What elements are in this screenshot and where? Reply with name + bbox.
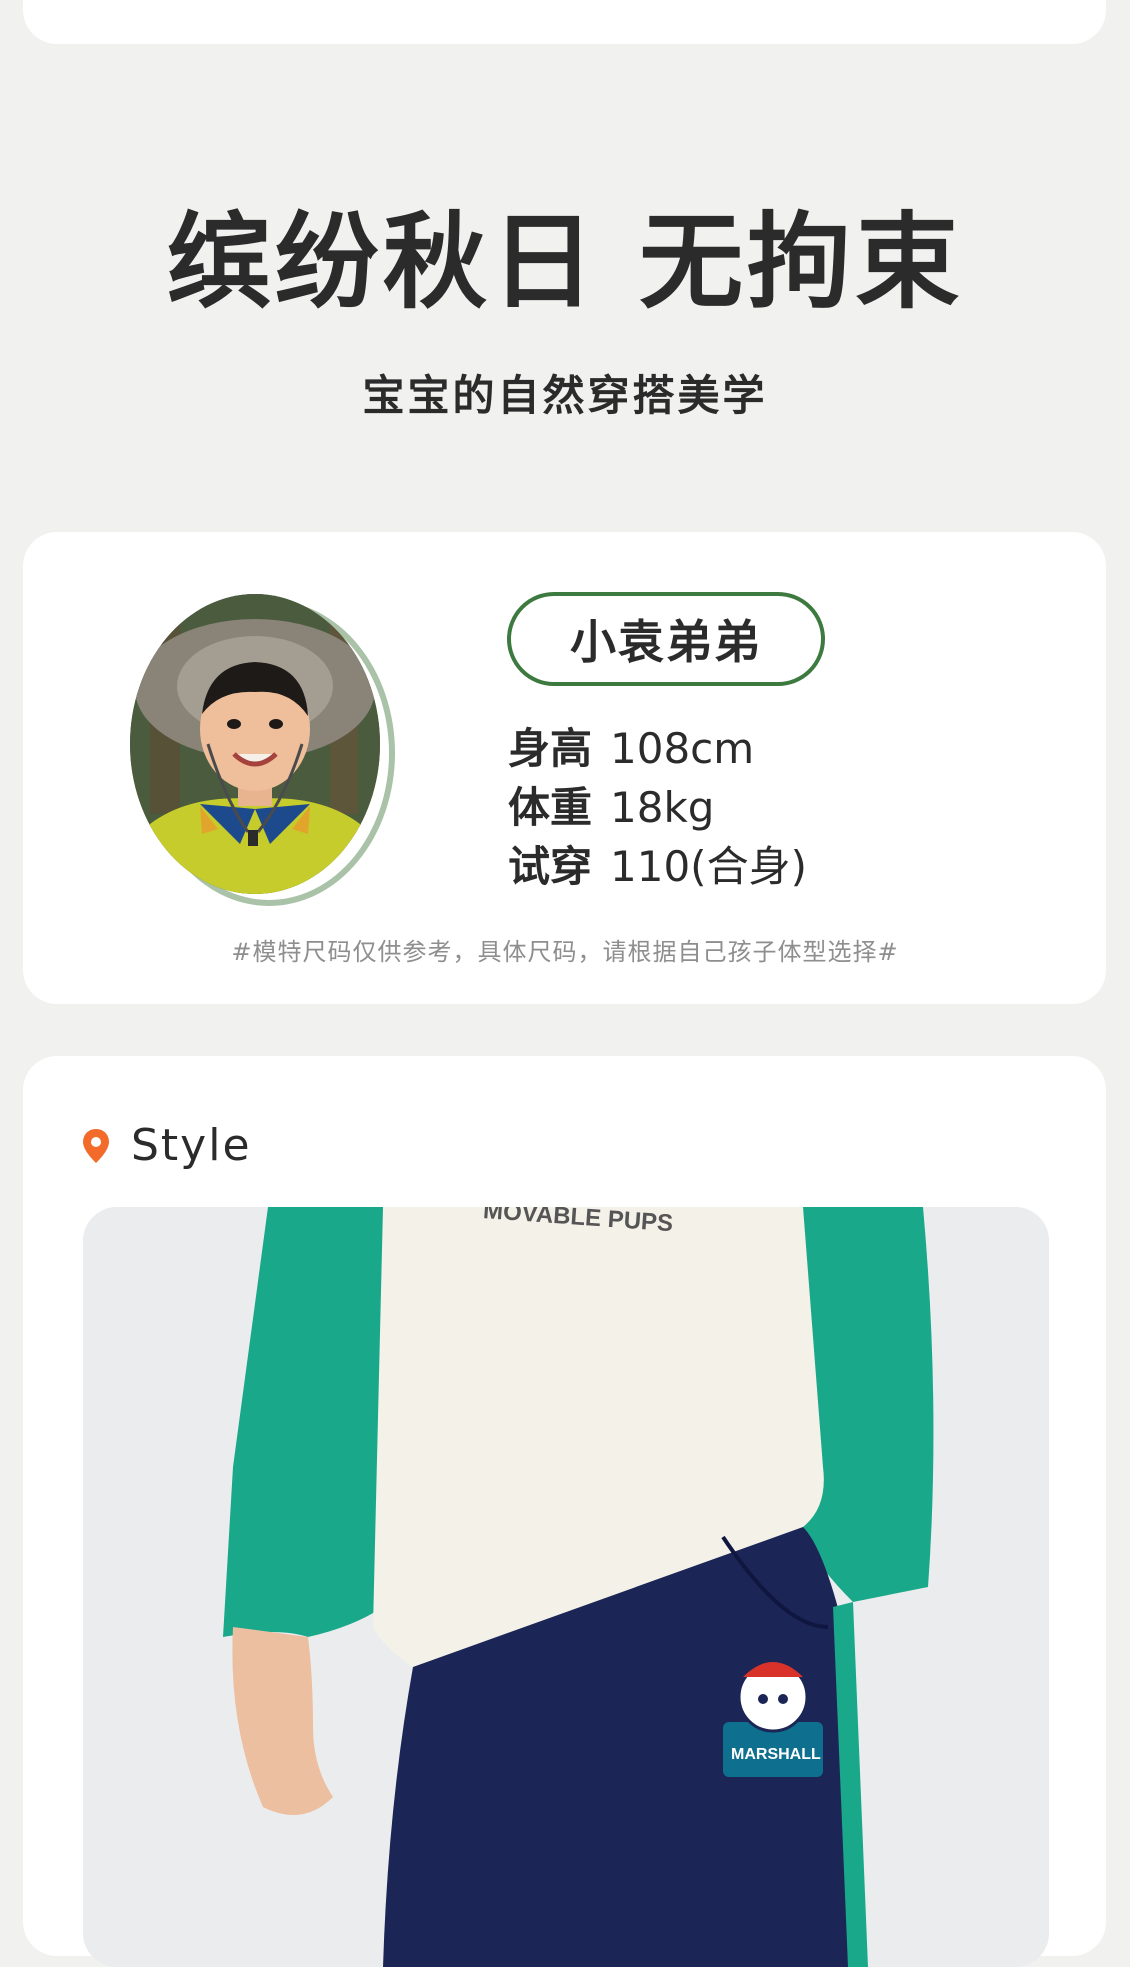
stat-tryon-label: 试穿 (508, 842, 593, 891)
style-product-photo: MOVABLE PUPS MARSHALL (83, 1207, 1049, 1967)
location-pin-icon (83, 1129, 109, 1163)
previous-section-card (23, 0, 1106, 44)
stat-weight-value: 18kg (610, 783, 715, 832)
model-name-badge: 小袁弟弟 (507, 592, 825, 686)
model-portrait-image (130, 594, 380, 894)
model-portrait-illustration (130, 594, 380, 894)
stat-weight-label: 体重 (508, 783, 593, 832)
style-section-label: Style (131, 1120, 252, 1171)
hero-title: 缤纷秋日 无拘束 (166, 201, 964, 323)
size-reference-note: #模特尺码仅供参考，具体尺码，请根据自己孩子体型选择# (231, 938, 899, 966)
stat-tryon: 试穿 110(合身) (508, 839, 807, 895)
stat-weight: 体重 18kg (508, 780, 714, 836)
stat-height: 身高 108cm (508, 721, 754, 777)
outfit-photo-illustration: MOVABLE PUPS MARSHALL (83, 1207, 1049, 1967)
stat-height-value: 108cm (610, 724, 755, 773)
stat-height-label: 身高 (508, 724, 593, 773)
hero-subtitle: 宝宝的自然穿搭美学 (362, 371, 768, 420)
patch-label: MARSHALL (731, 1746, 821, 1763)
stat-tryon-value: 110(合身) (610, 842, 807, 891)
